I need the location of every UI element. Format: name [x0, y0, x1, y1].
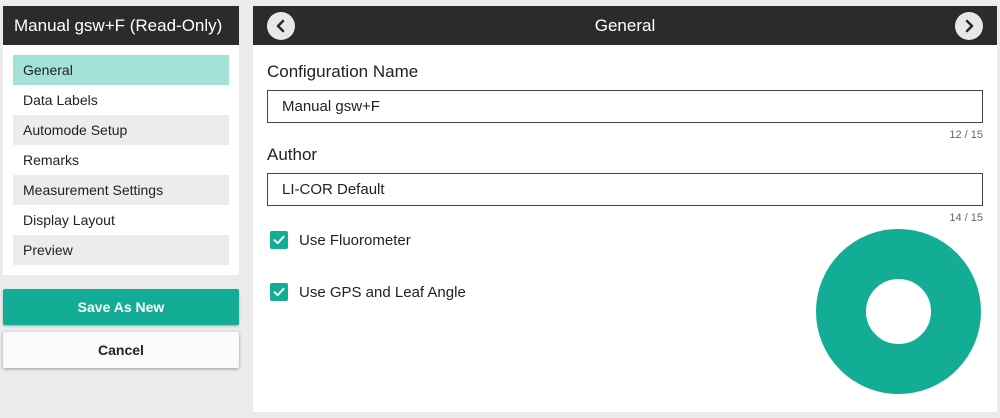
sidebar-item-label: Preview — [23, 242, 73, 258]
config-name-counter: 12 / 15 — [949, 129, 983, 141]
sidebar-item-measurement-settings[interactable]: Measurement Settings — [13, 175, 229, 205]
sidebar-nav: General Data Labels Automode Setup Remar… — [3, 45, 239, 275]
previous-section-button[interactable] — [267, 12, 295, 40]
sidebar-item-label: General — [23, 62, 73, 78]
sidebar-item-remarks[interactable]: Remarks — [13, 145, 229, 175]
author-counter: 14 / 15 — [949, 212, 983, 224]
config-title: Manual gsw+F (Read-Only) — [3, 6, 239, 45]
config-title-text: Manual gsw+F (Read-Only) — [14, 15, 223, 35]
use-fluorometer-label: Use Fluorometer — [299, 231, 411, 249]
sidebar-item-label: Automode Setup — [23, 122, 128, 138]
checkmark-icon — [273, 235, 285, 245]
next-section-button[interactable] — [955, 12, 983, 40]
sidebar-item-data-labels[interactable]: Data Labels — [13, 85, 229, 115]
sidebar-item-label: Measurement Settings — [23, 182, 164, 198]
use-gps-leaf-angle-checkbox[interactable]: Use GPS and Leaf Angle — [270, 283, 466, 301]
save-as-new-button[interactable]: Save As New — [3, 289, 239, 325]
sidebar-item-preview[interactable]: Preview — [13, 235, 229, 265]
author-label: Author — [267, 145, 318, 164]
sidebar-item-automode-setup[interactable]: Automode Setup — [13, 115, 229, 145]
config-name-input[interactable] — [267, 90, 983, 123]
chevron-right-icon — [965, 19, 974, 33]
cancel-button[interactable]: Cancel — [3, 332, 239, 368]
sidebar-item-label: Data Labels — [23, 92, 98, 108]
sidebar-item-label: Remarks — [23, 152, 80, 168]
checkmark-icon — [273, 287, 285, 297]
sidebar-item-display-layout[interactable]: Display Layout — [13, 205, 229, 235]
loading-ring-icon — [816, 229, 981, 394]
use-gps-leaf-angle-label: Use GPS and Leaf Angle — [299, 283, 466, 301]
checkbox-box[interactable] — [270, 283, 288, 301]
use-fluorometer-checkbox[interactable]: Use Fluorometer — [270, 231, 411, 249]
config-name-label: Configuration Name — [267, 62, 419, 81]
section-title: General — [594, 15, 656, 35]
sidebar-item-general[interactable]: General — [13, 55, 229, 85]
author-input[interactable] — [267, 173, 983, 206]
chevron-left-icon — [276, 19, 285, 33]
sidebar-item-label: Display Layout — [23, 212, 115, 228]
checkbox-box[interactable] — [270, 231, 288, 249]
section-header: General — [253, 6, 997, 45]
